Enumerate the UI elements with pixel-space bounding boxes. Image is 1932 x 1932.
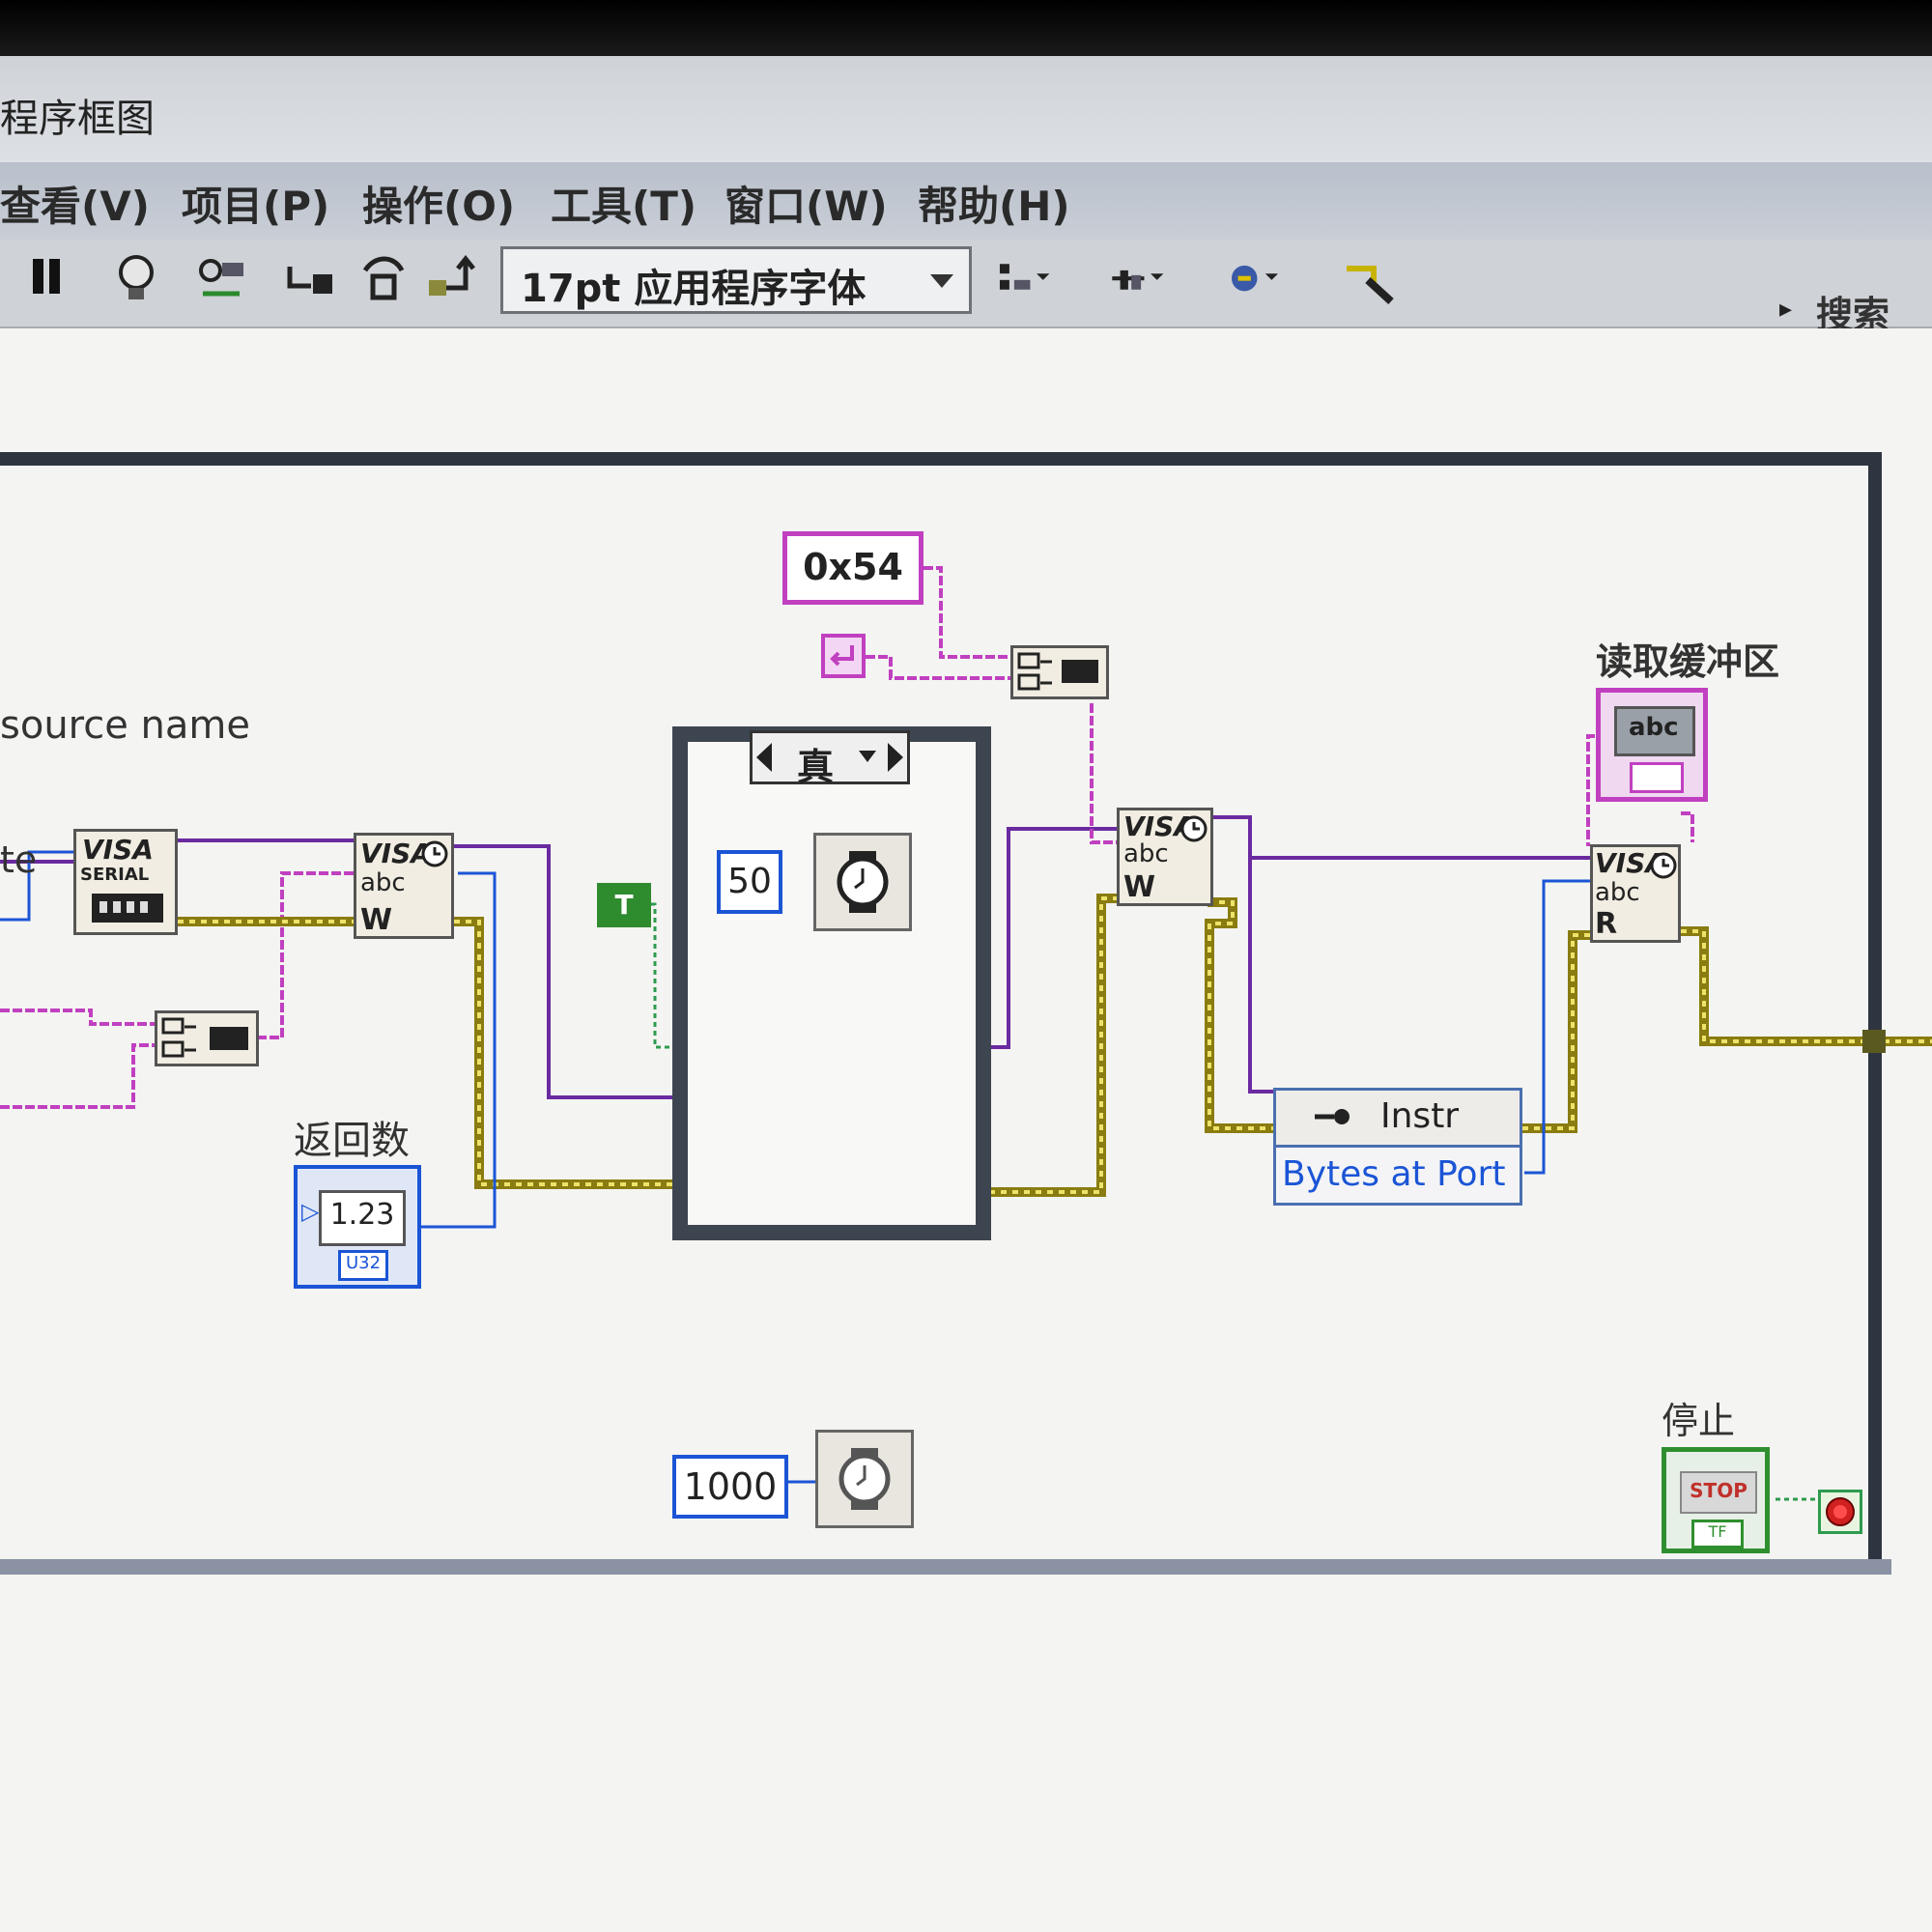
clock-icon: [1650, 852, 1677, 879]
visa-read-node[interactable]: VISA abc R: [1590, 844, 1681, 943]
return-count-indicator[interactable]: 1.23 U32 ▷: [294, 1165, 421, 1289]
read-buffer-indicator[interactable]: abc: [1596, 688, 1708, 802]
stop-label: 停止: [1662, 1400, 1736, 1442]
wait-ms-node-outer[interactable]: [815, 1430, 914, 1528]
visa-read-abc: abc: [1595, 878, 1640, 907]
property-reference-icon: [1315, 1109, 1350, 1124]
error-cluster-wire-core: [178, 896, 1932, 1198]
property-bytes-at-port[interactable]: Bytes at Port: [1282, 1154, 1505, 1194]
stop-button-control[interactable]: STOP TF: [1662, 1447, 1770, 1553]
error-shift-register: [1862, 1030, 1886, 1053]
visa-serial-title: VISA: [82, 834, 154, 866]
stop-button-face: STOP: [1680, 1471, 1757, 1514]
stopwatch-icon: [837, 851, 889, 913]
case-structure[interactable]: [672, 726, 991, 1240]
read-buffer-type: [1630, 762, 1684, 793]
visa-serial-subtitle: SERIAL: [80, 865, 150, 885]
case-selector-label[interactable]: 真: [750, 730, 910, 788]
error-cluster-wire: [178, 894, 1932, 1201]
return-count-label: 返回数: [294, 1119, 410, 1163]
stopwatch-icon: [838, 1448, 891, 1510]
visa-write-mode: W: [360, 903, 393, 937]
visa-write-right-abc: abc: [1123, 839, 1169, 868]
concatenate-strings-node[interactable]: [1010, 645, 1109, 699]
hex-string-constant[interactable]: 0x54: [782, 531, 923, 605]
stop-type: TF: [1691, 1520, 1744, 1548]
property-node-header: Instr: [1276, 1091, 1520, 1148]
clock-icon: [421, 840, 448, 867]
resource-name-label: source name: [0, 703, 250, 748]
line-feed-constant[interactable]: [821, 634, 866, 678]
wait-ms-node-inner[interactable]: [813, 833, 912, 931]
concatenate-icon: [1017, 652, 1098, 691]
property-class: Instr: [1380, 1096, 1460, 1136]
loop-condition-terminal[interactable]: [1818, 1490, 1862, 1534]
labview-block-diagram-window: 程序框图 查看(V) 项目(P) 操作(O) 工具(T) 窗口(W) 帮助(H)…: [0, 0, 1932, 1932]
case-selector-value: 真: [797, 746, 835, 788]
visa-read-mode: R: [1595, 907, 1618, 941]
wait-ms-constant-outer[interactable]: 1000: [672, 1455, 788, 1519]
true-constant[interactable]: T: [597, 883, 651, 927]
serial-port-icon: [92, 894, 163, 923]
return-count-value: 1.23: [319, 1190, 406, 1246]
concatenate-icon: [161, 1017, 248, 1058]
clock-icon: [1180, 815, 1208, 842]
stop-sign-icon: [1826, 1497, 1855, 1526]
read-buffer-abc: abc: [1629, 713, 1679, 742]
enter-icon: [830, 645, 854, 667]
visa-write-abc: abc: [360, 868, 406, 897]
visa-write-right-mode: W: [1123, 870, 1156, 904]
resource-fragment-label: te: [0, 838, 38, 881]
return-count-type: U32: [338, 1250, 388, 1281]
visa-configure-serial-node[interactable]: VISA SERIAL: [73, 829, 178, 935]
read-buffer-value-box: abc: [1614, 706, 1695, 756]
concatenate-strings-node-left[interactable]: [155, 1010, 259, 1066]
wait-ms-constant-inner[interactable]: 50: [717, 850, 782, 914]
visa-write-node[interactable]: VISA abc W: [354, 833, 454, 939]
caret-right-icon: ▷: [301, 1198, 320, 1225]
visa-write-node-right[interactable]: VISA abc W: [1117, 808, 1213, 906]
read-buffer-label: 读取缓冲区: [1596, 640, 1780, 683]
property-node[interactable]: Instr Bytes at Port: [1273, 1088, 1522, 1206]
